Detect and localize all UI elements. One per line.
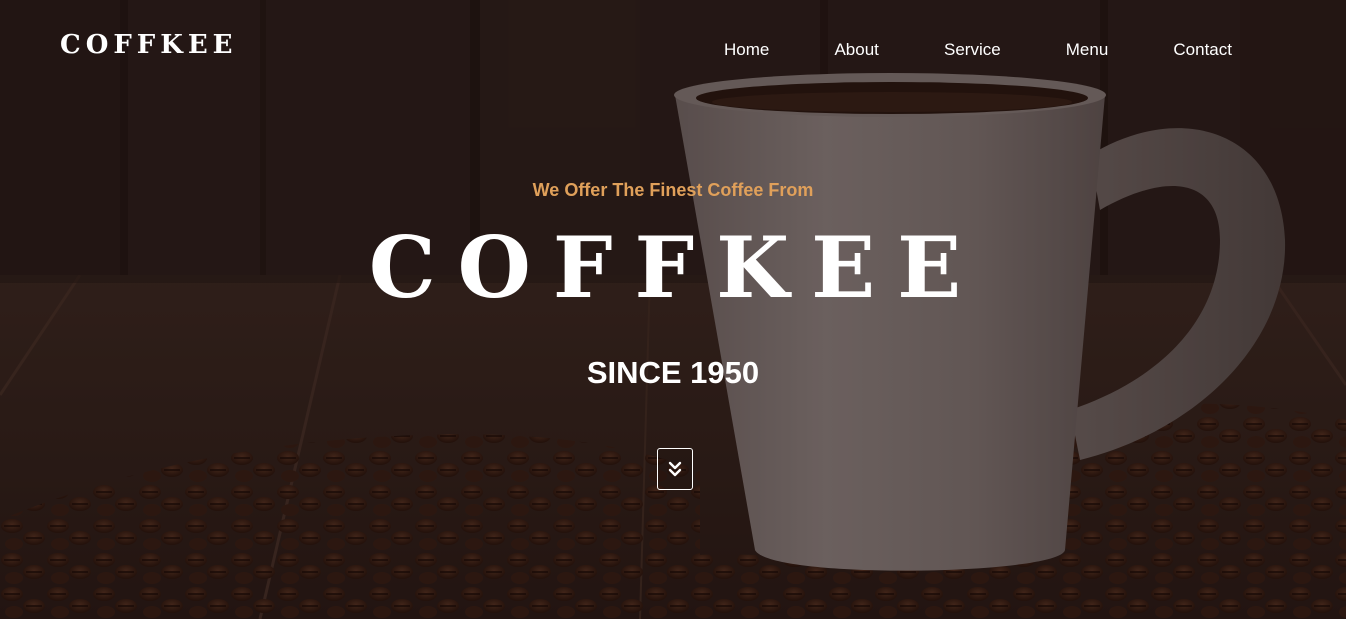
hero-section: COFFKEE Home About Service Menu Contact … — [0, 0, 1346, 619]
nav-home[interactable]: Home — [722, 40, 771, 60]
nav-contact[interactable]: Contact — [1171, 40, 1234, 60]
main-nav: Home About Service Menu Contact — [700, 38, 1260, 62]
hero-since-text: SINCE 1950 — [586, 355, 760, 390]
nav-menu[interactable]: Menu — [1064, 40, 1111, 60]
nav-about[interactable]: About — [832, 40, 880, 60]
hero-tagline: We Offer The Finest Coffee From — [532, 180, 814, 200]
double-chevron-down-icon — [668, 461, 682, 477]
site-logo[interactable]: COFFKEE — [60, 30, 238, 60]
scroll-down-button[interactable] — [657, 448, 693, 490]
nav-service[interactable]: Service — [942, 40, 1003, 60]
hero-brand-title: COFFKEE — [368, 218, 984, 317]
